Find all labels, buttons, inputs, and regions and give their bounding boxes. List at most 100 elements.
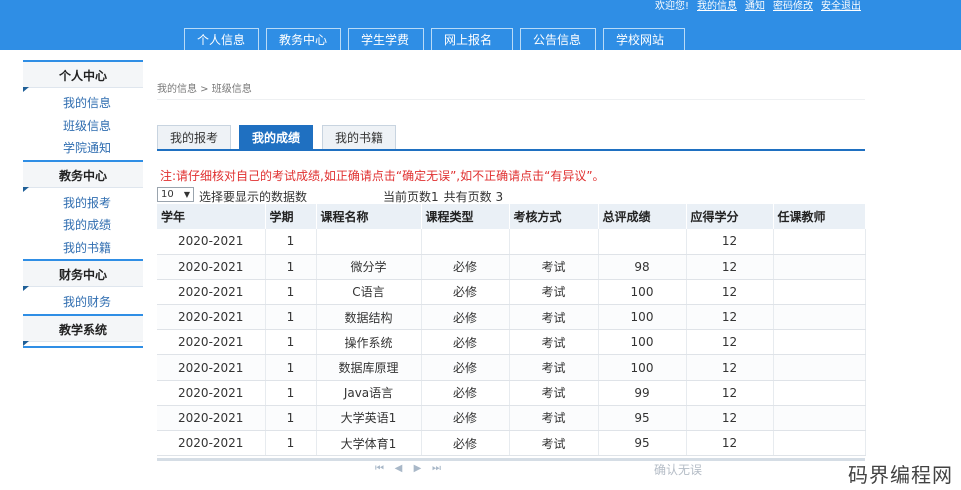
sidebar-item-my-books[interactable]: 我的书籍 <box>23 237 143 260</box>
cell-credits: 12 <box>686 229 774 255</box>
cell-credits: 12 <box>686 329 774 356</box>
nav-announcements[interactable]: 公告信息 <box>520 28 596 50</box>
pager-controls: ⏮ ◀ ▶ ⏭ <box>374 463 442 474</box>
sidebar-group-finance[interactable]: 财务中心 <box>23 259 143 291</box>
sidebar-item-my-finance[interactable]: 我的财务 <box>23 291 143 314</box>
cell-assessment: 考试 <box>509 354 599 381</box>
sidebar-group-personal[interactable]: 个人中心 <box>23 60 143 92</box>
cell-course-type: 必修 <box>421 254 510 280</box>
cell-teacher <box>773 405 866 432</box>
cell-course-name <box>316 229 422 255</box>
cell-credits: 12 <box>686 354 774 381</box>
cell-course-type: 必修 <box>421 329 510 356</box>
table-row: 2020-2021 1 Java语言 必修 考试 99 12 <box>157 380 866 406</box>
cell-teacher <box>773 430 866 457</box>
cell-overall-score: 98 <box>598 254 687 280</box>
cell-term: 1 <box>265 279 317 306</box>
nav-online-registration[interactable]: 网上报名 <box>431 28 513 50</box>
cell-course-name: C语言 <box>316 279 422 306</box>
notice-link[interactable]: 通知 <box>745 0 765 13</box>
watermark: 码界编程网 <box>848 463 953 487</box>
cell-assessment: 考试 <box>509 304 599 331</box>
cell-course-name: 操作系统 <box>316 329 422 356</box>
cell-course-type: 必修 <box>421 354 510 381</box>
table-row: 2020-2021 1 数据结构 必修 考试 100 12 <box>157 304 866 331</box>
tab-my-grades[interactable]: 我的成绩 <box>239 125 313 149</box>
table-row: 2020-2021 1 大学英语1 必修 考试 95 12 <box>157 405 866 432</box>
table-row: 2020-2021 1 C语言 必修 考试 100 12 <box>157 279 866 306</box>
cell-year: 2020-2021 <box>157 430 266 457</box>
tab-bar: 我的报考 我的成绩 我的书籍 <box>157 125 865 151</box>
cell-term: 1 <box>265 304 317 331</box>
sidebar-item-my-grades[interactable]: 我的成绩 <box>23 214 143 237</box>
cell-credits: 12 <box>686 430 774 457</box>
cell-assessment: 考试 <box>509 405 599 432</box>
cell-term: 1 <box>265 405 317 432</box>
sidebar-group-teaching[interactable]: 教学系统 <box>23 313 143 346</box>
sidebar: 个人中心 我的信息 班级信息 学院通知 教务中心 我的报考 我的成绩 我的书籍 … <box>23 60 143 350</box>
sidebar-item-class-info[interactable]: 班级信息 <box>23 115 143 138</box>
sidebar-item-college-notice[interactable]: 学院通知 <box>23 137 143 160</box>
col-header-credits: 应得学分 <box>686 204 774 229</box>
cell-term: 1 <box>265 354 317 381</box>
logout-link[interactable]: 安全退出 <box>821 0 861 13</box>
cell-assessment: 考试 <box>509 329 599 356</box>
my-info-link[interactable]: 我的信息 <box>697 0 737 13</box>
cell-course-type: 必修 <box>421 304 510 331</box>
cell-teacher <box>773 254 866 280</box>
nav-personal-info[interactable]: 个人信息 <box>184 28 259 50</box>
col-header-course-name: 课程名称 <box>316 204 422 229</box>
cell-year: 2020-2021 <box>157 229 266 255</box>
grades-table: 学年 学期 课程名称 课程类型 考核方式 总评成绩 应得学分 任课教师 2020… <box>157 204 866 457</box>
table-row: 2020-2021 1 操作系统 必修 考试 100 12 <box>157 329 866 356</box>
cell-course-name: Java语言 <box>316 380 422 406</box>
cell-assessment: 考试 <box>509 254 599 280</box>
last-page-icon[interactable]: ⏭ <box>431 463 442 474</box>
cell-year: 2020-2021 <box>157 304 266 331</box>
top-links: 欢迎您! 我的信息 通知 密码修改 安全退出 <box>655 0 861 13</box>
cell-overall-score: 100 <box>598 279 687 306</box>
sidebar-item-my-info[interactable]: 我的信息 <box>23 92 143 115</box>
page-size-label: 选择要显示的数据数 <box>199 190 308 204</box>
current-page-text: 当前页数1 <box>383 190 439 204</box>
cell-overall-score: 99 <box>598 380 687 406</box>
cell-teacher <box>773 304 866 331</box>
page-size-select[interactable]: 10 ▼ <box>157 187 194 202</box>
cell-teacher <box>773 354 866 381</box>
prev-page-icon[interactable]: ◀ <box>393 463 404 474</box>
first-page-icon[interactable]: ⏮ <box>374 463 385 474</box>
col-header-teacher: 任课教师 <box>773 204 866 229</box>
confirm-button[interactable]: 确认无误 <box>654 461 702 478</box>
welcome-text: 欢迎您! <box>654 1 689 12</box>
col-header-year: 学年 <box>157 204 266 229</box>
cell-course-name: 大学体育1 <box>316 430 422 457</box>
cell-credits: 12 <box>686 405 774 432</box>
total-pages-text: 共有页数 3 <box>443 190 504 204</box>
sidebar-group-academic[interactable]: 教务中心 <box>23 159 143 192</box>
next-page-icon[interactable]: ▶ <box>412 463 423 474</box>
table-row: 2020-2021 1 大学体育1 必修 考试 95 12 <box>157 430 866 457</box>
cell-overall-score <box>598 229 687 255</box>
cell-credits: 12 <box>686 254 774 280</box>
cell-year: 2020-2021 <box>157 329 266 356</box>
change-password-link[interactable]: 密码修改 <box>773 0 813 13</box>
cell-overall-score: 95 <box>598 430 687 457</box>
cell-teacher <box>773 380 866 406</box>
cell-assessment: 考试 <box>509 279 599 306</box>
cell-overall-score: 95 <box>598 405 687 432</box>
tab-my-books[interactable]: 我的书籍 <box>322 125 396 149</box>
cell-year: 2020-2021 <box>157 380 266 406</box>
cell-course-type <box>421 229 510 255</box>
col-header-term: 学期 <box>265 204 317 229</box>
nav-tuition[interactable]: 学生学费 <box>348 28 424 50</box>
tab-my-registration[interactable]: 我的报考 <box>157 125 231 149</box>
sidebar-item-my-registration[interactable]: 我的报考 <box>23 192 143 215</box>
main-nav: 个人信息 教务中心 学生学费 网上报名 公告信息 学校网站 <box>184 28 685 50</box>
nav-academic-center[interactable]: 教务中心 <box>266 28 341 50</box>
cell-course-name: 数据库原理 <box>316 354 422 381</box>
cell-term: 1 <box>265 329 317 356</box>
grade-notice: 注:请仔细核对自己的考试成绩,如正确请点击“确定无误”,如不正确请点击“有异议”… <box>160 169 605 183</box>
cell-term: 1 <box>265 380 317 406</box>
nav-school-website[interactable]: 学校网站 <box>603 28 685 50</box>
table-header-row: 学年 学期 课程名称 课程类型 考核方式 总评成绩 应得学分 任课教师 <box>157 204 866 229</box>
